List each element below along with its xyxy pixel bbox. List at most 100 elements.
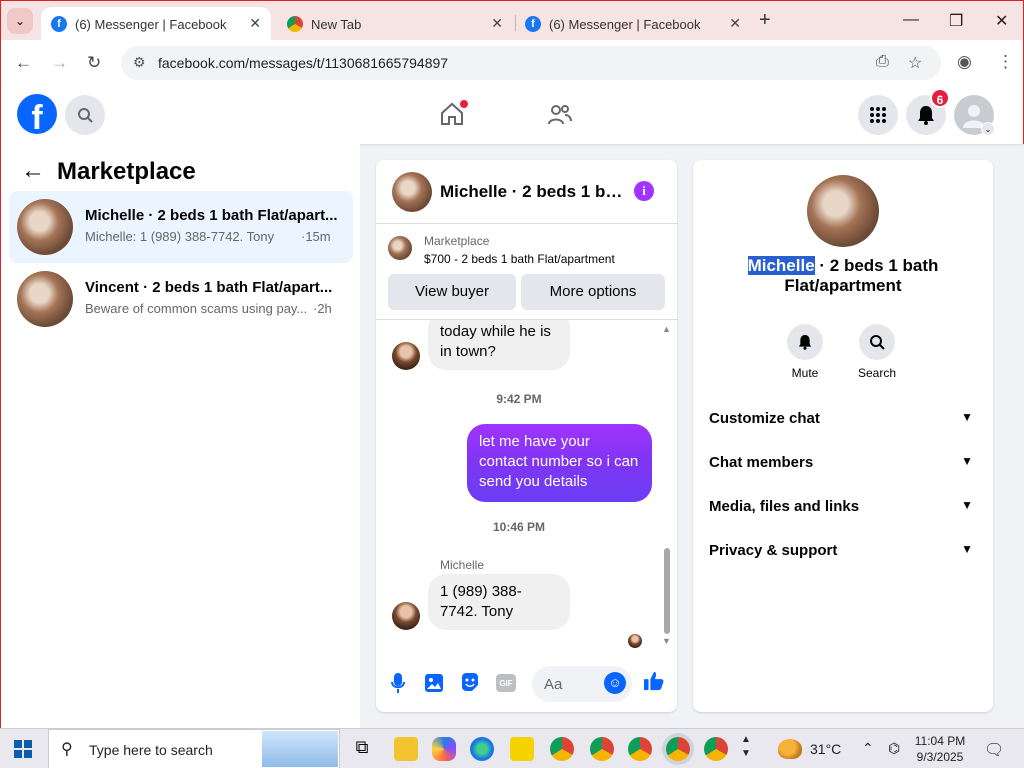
chrome-icon[interactable] — [666, 737, 690, 761]
listing-thumbnail — [388, 236, 412, 260]
edge-icon[interactable] — [470, 737, 494, 761]
window-close-button[interactable]: ✕ — [995, 11, 1008, 31]
microphone-icon[interactable] — [388, 672, 408, 694]
conversation-item[interactable]: Michelle · 2 beds 1 bath Flat/apart... M… — [9, 191, 353, 263]
gif-icon[interactable]: GIF — [496, 674, 516, 692]
copilot-icon[interactable] — [432, 737, 456, 761]
privacy-support-section[interactable]: Privacy & support ▼ — [709, 530, 977, 574]
bookmark-star-icon[interactable]: ☆ — [908, 53, 922, 73]
message-bubble-outgoing[interactable]: let me have your contact number so i can… — [467, 424, 652, 502]
system-clock[interactable]: 11:04 PM 9/3/2025 — [912, 733, 968, 765]
tab-messenger-2[interactable]: f (6) Messenger | Facebook ✕ — [515, 7, 751, 41]
chat-info-title: Michelle · 2 beds 1 bath Flat/apartment — [713, 256, 973, 296]
profile-icon[interactable]: ◉ — [957, 52, 972, 72]
restore-button[interactable]: ❐ — [949, 11, 963, 31]
back-arrow-icon[interactable]: ← — [15, 53, 32, 73]
facebook-search-button[interactable] — [65, 95, 105, 135]
close-tab-icon[interactable]: ✕ — [729, 15, 741, 32]
chat-avatar[interactable] — [392, 172, 432, 212]
message-bubble-incoming[interactable]: today while he is in town? — [428, 320, 570, 370]
tab-title: New Tab — [311, 16, 362, 32]
search-conversation-button[interactable]: Search — [847, 324, 907, 380]
photo-icon[interactable] — [424, 672, 444, 694]
customize-chat-section[interactable]: Customize chat ▼ — [709, 398, 977, 442]
chrome-favicon-icon — [287, 16, 303, 32]
section-title: Customize chat — [709, 410, 820, 427]
chrome-icon[interactable] — [590, 737, 614, 761]
message-bubble-incoming[interactable]: 1 (989) 388-7742. Tony — [428, 574, 570, 630]
view-buyer-button[interactable]: View buyer — [388, 274, 516, 310]
chat-members-section[interactable]: Chat members ▼ — [709, 442, 977, 486]
chat-panel: Michelle · 2 beds 1 bath Flat/apartment … — [376, 160, 677, 712]
network-icon[interactable]: ⌬ — [888, 740, 900, 757]
task-view-icon[interactable]: ⧉ — [350, 737, 374, 761]
weather-icon[interactable] — [778, 739, 802, 759]
show-hidden-icons-icon[interactable]: ⌃ — [862, 740, 874, 757]
install-app-icon[interactable]: ⎙ — [876, 53, 889, 71]
search-highlight-image — [262, 731, 338, 767]
menu-grid-button[interactable] — [858, 95, 898, 135]
account-chevron-icon[interactable]: ⌄ — [981, 122, 995, 136]
reload-icon[interactable]: ↻ — [87, 53, 101, 73]
site-info-icon[interactable]: ⚙ — [133, 54, 146, 71]
minimize-button[interactable]: — — [903, 11, 919, 29]
forward-arrow-icon[interactable]: → — [51, 53, 68, 73]
conversation-name: Michelle · 2 beds 1 bath Flat/apart... — [85, 207, 338, 224]
search-icon — [859, 324, 895, 360]
tab-search-button[interactable]: ⌄ — [7, 8, 33, 34]
close-tab-icon[interactable]: ✕ — [491, 15, 503, 32]
conversation-time: ·2h — [313, 301, 332, 316]
chat-info-panel: Michelle · 2 beds 1 bath Flat/apartment … — [693, 160, 993, 712]
chrome-icon[interactable] — [628, 737, 652, 761]
facebook-logo-icon[interactable]: f — [17, 94, 57, 134]
file-explorer-icon[interactable] — [394, 737, 418, 761]
taskbar-overflow-arrows[interactable]: ▲ ▼ — [741, 733, 751, 761]
scroll-down-arrow-icon[interactable]: ▼ — [662, 636, 671, 646]
listing-avatar[interactable] — [807, 175, 879, 247]
message-timestamp: 10:46 PM — [492, 520, 546, 534]
chat-scrollbar[interactable]: ▲ ▼ — [662, 320, 672, 658]
conversation-snippet: Beware of common scams using pay... — [85, 301, 308, 316]
emoji-icon[interactable]: ☺ — [604, 672, 626, 694]
friends-nav-button[interactable] — [547, 103, 573, 130]
like-thumb-icon[interactable] — [644, 670, 664, 692]
windows-start-icon[interactable] — [14, 740, 32, 758]
back-arrow-icon[interactable]: ← — [21, 157, 45, 185]
chat-title[interactable]: Michelle · 2 beds 1 bath Flat/apartment — [440, 182, 630, 202]
panel-title: Marketplace — [57, 158, 196, 185]
chrome-icon[interactable] — [550, 737, 574, 761]
address-bar[interactable]: ⚙ facebook.com/messages/t/11306816657948… — [121, 46, 941, 80]
conversation-snippet: Michelle: 1 (989) 388-7742. Tony — [85, 229, 275, 244]
info-icon[interactable]: i — [634, 181, 654, 201]
section-title: Privacy & support — [709, 542, 838, 559]
tab-new-tab[interactable]: New Tab ✕ — [277, 7, 513, 41]
conversation-time: ·15m — [301, 229, 331, 244]
sticker-icon[interactable] — [460, 672, 480, 694]
sticky-notes-icon[interactable] — [510, 737, 534, 761]
home-nav-button[interactable] — [439, 100, 468, 129]
browser-menu-icon[interactable]: ⋮ — [997, 52, 1014, 72]
tab-messenger-1[interactable]: f (6) Messenger | Facebook ✕ — [41, 7, 271, 41]
scroll-up-arrow-icon[interactable]: ▲ — [662, 324, 671, 334]
home-notification-dot — [460, 100, 468, 108]
new-tab-button[interactable]: + — [759, 9, 771, 32]
section-title: Chat members — [709, 454, 814, 471]
url-text[interactable]: facebook.com/messages/t/1130681665794897 — [158, 55, 448, 71]
chrome-icon[interactable] — [704, 737, 728, 761]
scrollbar-thumb[interactable] — [664, 548, 670, 634]
friends-icon — [548, 105, 572, 125]
temperature[interactable]: 31°C — [810, 741, 841, 757]
chevron-down-icon: ▼ — [961, 498, 973, 512]
conversation-item[interactable]: Vincent · 2 beds 1 bath Flat/apart... Be… — [9, 263, 353, 335]
search-icon: ⚲ — [61, 741, 73, 758]
listing-title[interactable]: $700 - 2 beds 1 bath Flat/apartment — [424, 252, 615, 266]
close-tab-icon[interactable]: ✕ — [249, 15, 261, 32]
chat-header: Michelle · 2 beds 1 bath Flat/apartment … — [376, 160, 677, 224]
chevron-down-icon: ▼ — [961, 542, 973, 556]
message-thread: today while he is in town? 9:42 PM let m… — [376, 320, 677, 658]
more-options-button[interactable]: More options — [521, 274, 665, 310]
sender-avatar — [392, 342, 420, 370]
media-files-links-section[interactable]: Media, files and links ▼ — [709, 486, 977, 530]
mute-button[interactable]: Mute — [775, 324, 835, 380]
notification-center-icon[interactable]: 🗨 — [984, 740, 1004, 760]
